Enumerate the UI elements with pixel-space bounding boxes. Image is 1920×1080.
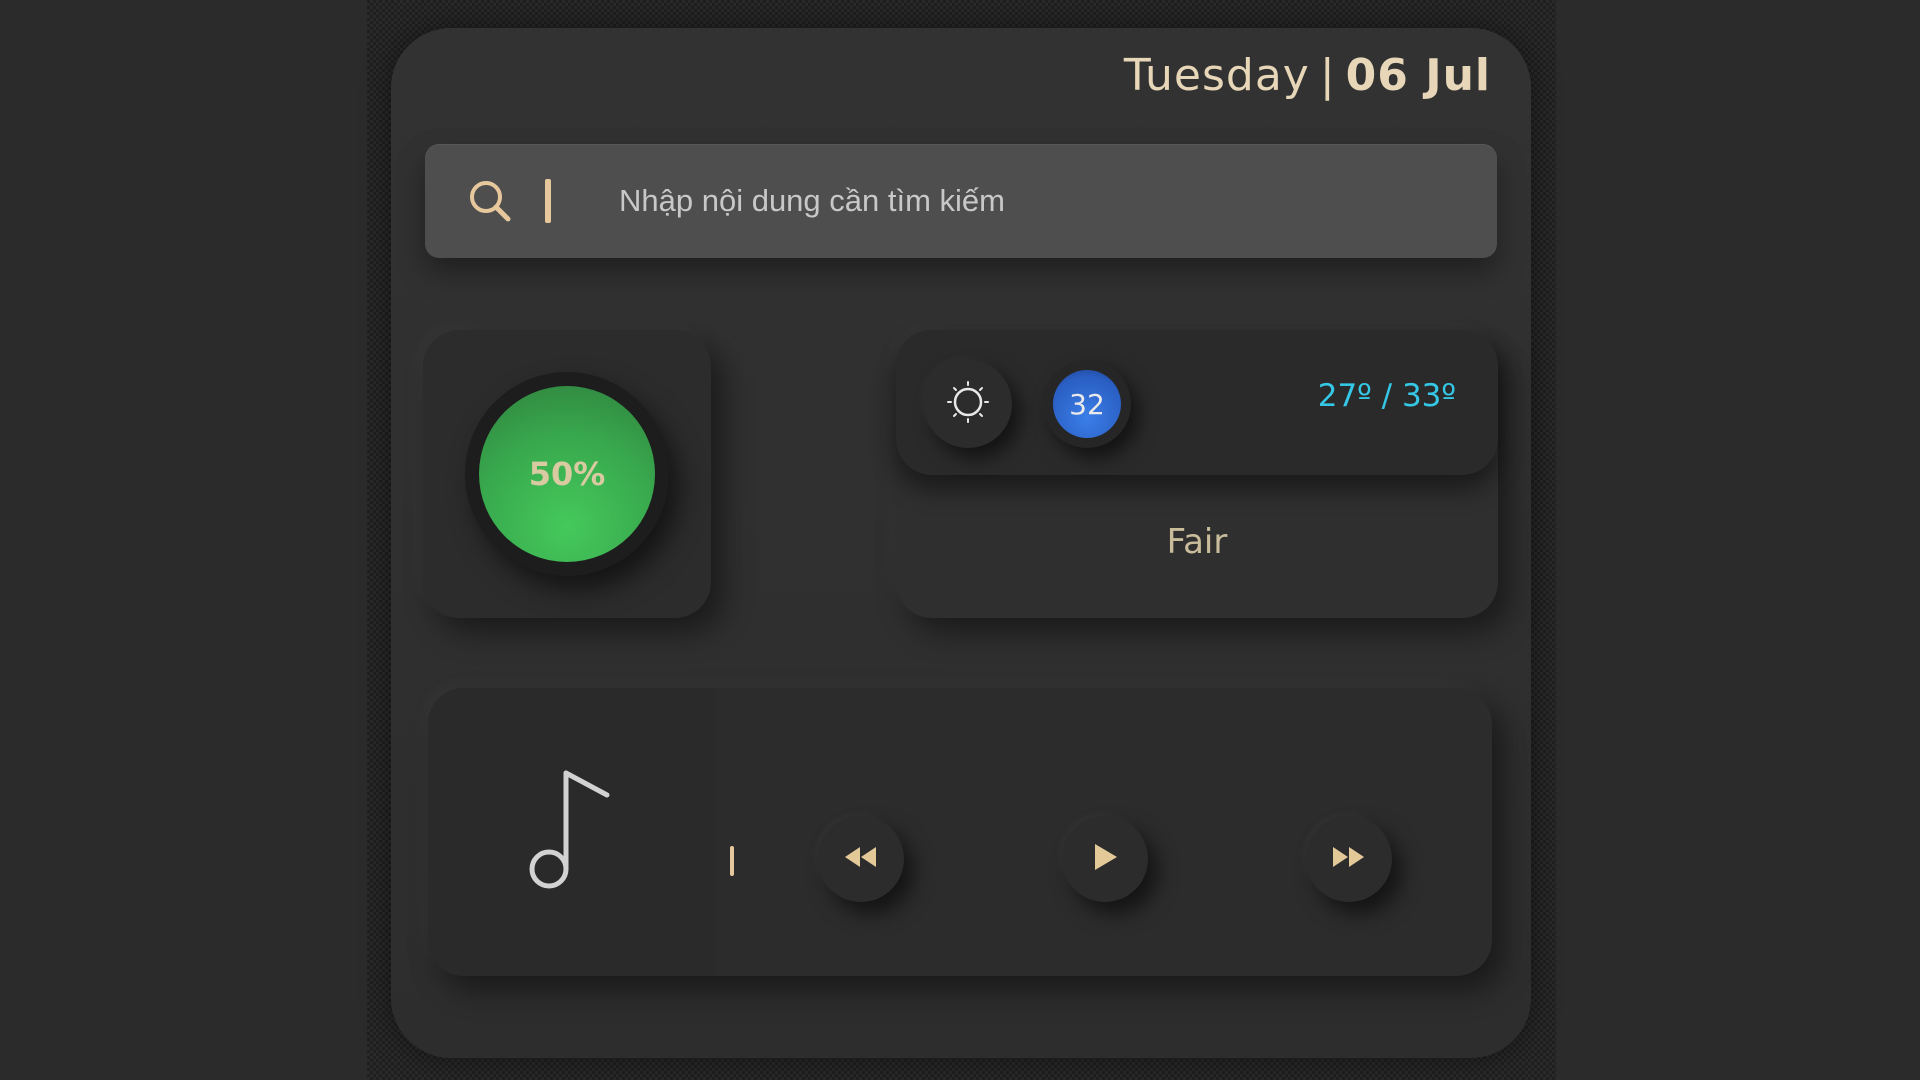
play-button[interactable] (1062, 816, 1148, 902)
weekday: Tuesday (1123, 50, 1310, 101)
fast-forward-icon (1331, 845, 1367, 873)
date-separator: | (1319, 50, 1336, 101)
search-icon[interactable] (465, 176, 515, 226)
current-temp-badge[interactable]: 32 (1043, 360, 1131, 448)
fast-forward-button[interactable] (1306, 816, 1392, 902)
music-player (428, 688, 1492, 976)
sun-icon (946, 380, 990, 428)
current-temp: 32 (1069, 387, 1105, 421)
search-input[interactable] (619, 168, 1459, 234)
rewind-icon (843, 845, 879, 873)
weather-header: 32 27º / 33º (896, 330, 1498, 475)
battery-label: 50% (528, 455, 606, 493)
current-temp-circle: 32 (1053, 370, 1121, 438)
temp-range: 27º / 33º (1317, 378, 1456, 414)
day-month: 06 Jul (1345, 50, 1491, 101)
sun-button[interactable] (924, 360, 1012, 448)
progress-marker[interactable] (730, 846, 734, 876)
battery-level-fill: 50% (479, 386, 655, 562)
weather-condition: Fair (1166, 522, 1228, 562)
album-art[interactable] (428, 688, 716, 976)
search-caret (545, 179, 551, 223)
search-bar[interactable] (425, 144, 1497, 258)
rewind-button[interactable] (818, 816, 904, 902)
weather-widget: 32 27º / 33º Fair (896, 330, 1498, 618)
play-icon (1091, 842, 1119, 876)
battery-gauge: 50% (465, 372, 669, 576)
date-display: Tuesday | 06 Jul (1124, 50, 1491, 101)
music-note-icon (527, 765, 617, 899)
dashboard-card: Tuesday|06 Jul 50% (391, 28, 1531, 1058)
battery-widget: 50% (423, 330, 711, 618)
